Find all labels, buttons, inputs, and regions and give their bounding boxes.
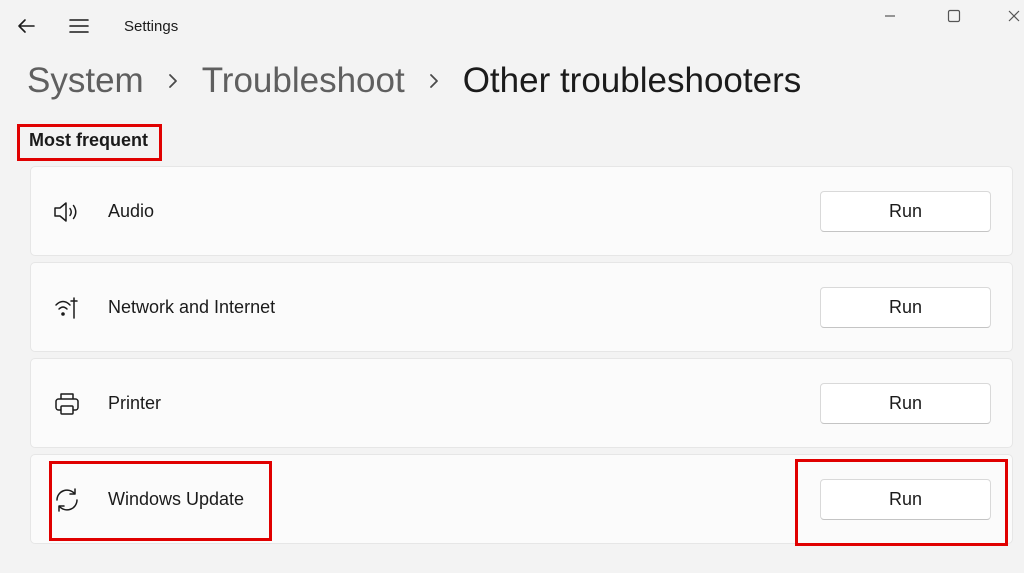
highlight-most-frequent (17, 124, 162, 161)
maximize-icon[interactable] (942, 4, 966, 28)
network-icon (51, 293, 83, 323)
troubleshooter-label: Network and Internet (108, 297, 276, 317)
chevron-right-icon (144, 58, 202, 104)
troubleshooter-label: Printer (108, 393, 162, 413)
troubleshooter-printer: Printer Run (30, 358, 1013, 448)
troubleshooter-network: Network and Internet Run (30, 262, 1013, 352)
troubleshooter-label: Audio (108, 201, 155, 221)
breadcrumb-system[interactable]: System (27, 61, 144, 101)
run-network-button[interactable]: Run (820, 287, 991, 328)
highlight-run-button (795, 459, 1008, 546)
speaker-icon (51, 197, 83, 227)
breadcrumb: System Troubleshoot Other troubleshooter… (27, 58, 801, 104)
troubleshooter-audio: Audio Run (30, 166, 1013, 256)
chevron-right-icon (405, 58, 463, 104)
back-arrow-icon[interactable] (13, 13, 39, 39)
printer-icon (51, 389, 83, 419)
hamburger-menu-icon[interactable] (66, 13, 92, 39)
highlight-windows-update-label (49, 461, 272, 541)
minimize-icon[interactable] (878, 4, 902, 28)
run-audio-button[interactable]: Run (820, 191, 991, 232)
breadcrumb-troubleshoot[interactable]: Troubleshoot (202, 61, 405, 101)
close-icon[interactable] (1002, 4, 1024, 28)
title-bar: Settings (0, 0, 1024, 52)
app-title: Settings (124, 18, 179, 35)
page-title: Other troubleshooters (462, 61, 802, 100)
run-printer-button[interactable]: Run (820, 383, 991, 424)
